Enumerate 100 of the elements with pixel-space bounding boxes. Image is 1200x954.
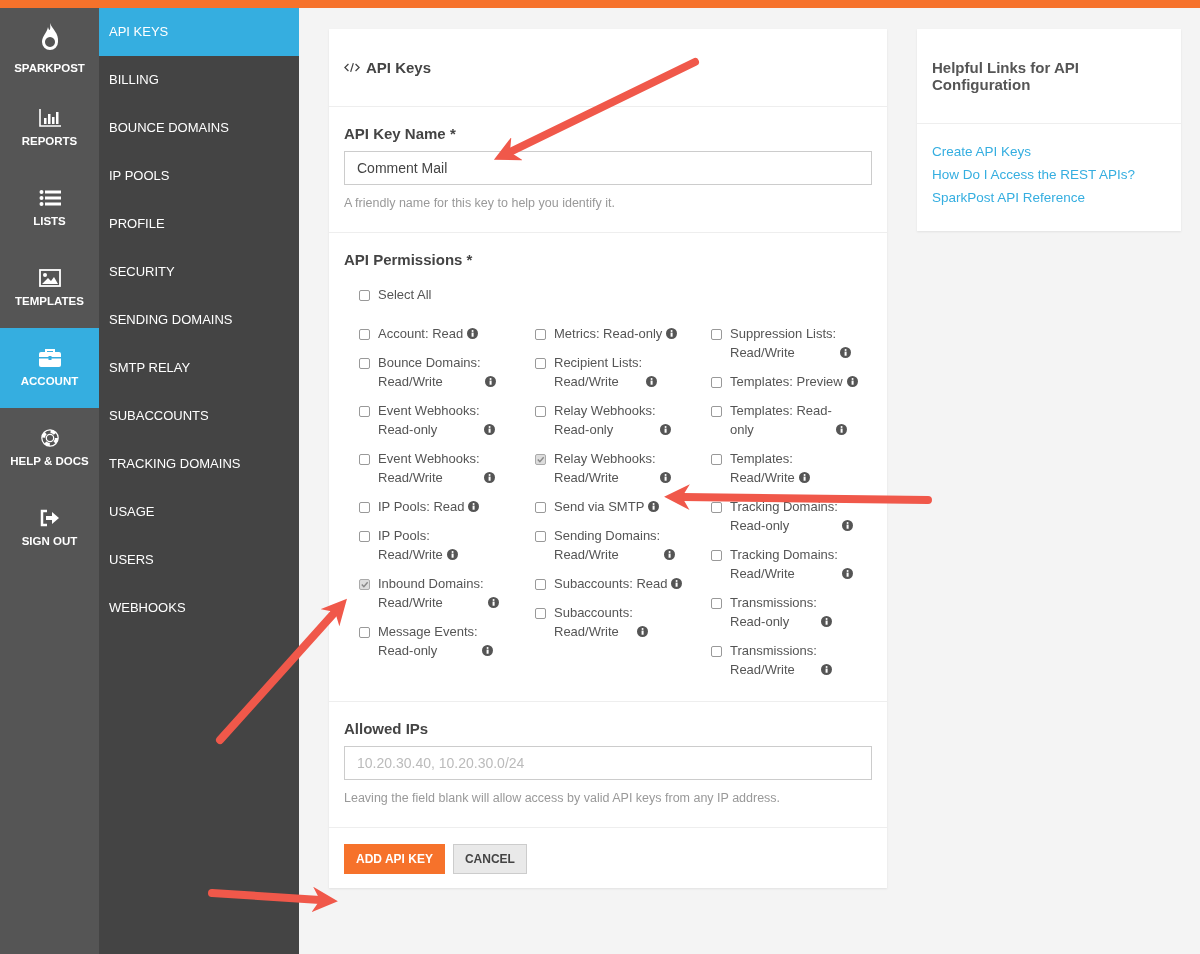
checkbox[interactable] bbox=[535, 502, 546, 513]
info-icon[interactable] bbox=[636, 626, 648, 637]
checkbox[interactable] bbox=[535, 608, 546, 619]
info-icon[interactable] bbox=[835, 424, 847, 435]
info-icon[interactable] bbox=[671, 578, 683, 589]
form-title: API Keys bbox=[366, 59, 432, 76]
submenu-item[interactable]: SUBACCOUNTS bbox=[99, 392, 299, 440]
permission-label: Message Events: Read-only bbox=[378, 623, 478, 660]
info-icon[interactable] bbox=[468, 501, 480, 512]
sidebar-item[interactable]: REPORTS bbox=[0, 88, 99, 168]
cancel-button[interactable]: CANCEL bbox=[452, 844, 527, 874]
sidebar-item[interactable]: SIGN OUT bbox=[0, 488, 99, 568]
submenu-item[interactable]: USAGE bbox=[99, 488, 299, 536]
info-icon[interactable] bbox=[820, 664, 832, 675]
checkbox[interactable] bbox=[535, 531, 546, 542]
sign-out-icon bbox=[38, 509, 61, 527]
checkbox[interactable] bbox=[535, 579, 546, 590]
api-key-name-field[interactable]: Comment Mail bbox=[344, 151, 872, 185]
submenu-item[interactable]: IP POOLS bbox=[99, 152, 299, 200]
checkbox[interactable] bbox=[711, 377, 722, 388]
checkbox[interactable] bbox=[711, 502, 722, 513]
submenu-item[interactable]: TRACKING DOMAINS bbox=[99, 440, 299, 488]
list-icon bbox=[38, 189, 61, 207]
info-icon[interactable] bbox=[483, 472, 495, 483]
info-icon[interactable] bbox=[664, 549, 676, 560]
permission-label: IP Pools: Read bbox=[378, 498, 465, 516]
checkbox[interactable] bbox=[359, 531, 370, 542]
checkbox[interactable] bbox=[359, 502, 370, 513]
submenu-item[interactable]: PROFILE bbox=[99, 200, 299, 248]
permission-label: Templates: Read/Write bbox=[730, 450, 795, 487]
submenu-item[interactable]: BILLING bbox=[99, 56, 299, 104]
image-icon bbox=[38, 269, 61, 287]
checkbox[interactable] bbox=[359, 329, 370, 340]
permission-label: Templates: Preview bbox=[730, 373, 843, 391]
info-icon[interactable] bbox=[841, 568, 853, 579]
checkbox[interactable] bbox=[535, 406, 546, 417]
allowed-ips-field[interactable]: 10.20.30.40, 10.20.30.0/24 bbox=[344, 746, 872, 780]
info-icon[interactable] bbox=[487, 597, 499, 608]
permission-label: Bounce Domains: Read/Write bbox=[378, 354, 481, 391]
submenu-item[interactable]: SENDING DOMAINS bbox=[99, 296, 299, 344]
submenu-item[interactable]: SECURITY bbox=[99, 248, 299, 296]
info-icon[interactable] bbox=[798, 472, 810, 483]
info-icon[interactable] bbox=[659, 472, 671, 483]
checkbox[interactable] bbox=[359, 358, 370, 369]
info-icon[interactable] bbox=[446, 549, 458, 560]
permission-label: Event Webhooks: Read-only bbox=[378, 402, 480, 439]
permission-label: Suppression Lists: Read/Write bbox=[730, 325, 837, 362]
field-label: API Permissions * bbox=[344, 251, 473, 268]
permission-label: Transmissions: Read/Write bbox=[730, 642, 817, 679]
info-icon[interactable] bbox=[483, 424, 495, 435]
submenu-item[interactable]: SMTP RELAY bbox=[99, 344, 299, 392]
info-icon[interactable] bbox=[646, 376, 658, 387]
permission-label: IP Pools: Read/Write bbox=[378, 527, 443, 564]
checkbox[interactable] bbox=[711, 598, 722, 609]
permission-label: Relay Webhooks: Read-only bbox=[554, 402, 656, 439]
checkbox[interactable] bbox=[535, 454, 546, 465]
permission-label: Relay Webhooks: Read/Write bbox=[554, 450, 656, 487]
submenu-item[interactable]: USERS bbox=[99, 536, 299, 584]
checkbox[interactable] bbox=[359, 454, 370, 465]
permission-label: Tracking Domains: Read-only bbox=[730, 498, 838, 535]
info-icon[interactable] bbox=[666, 328, 678, 339]
checkbox[interactable] bbox=[535, 329, 546, 340]
sidebar-item[interactable]: SPARKPOST bbox=[0, 8, 99, 88]
info-icon[interactable] bbox=[820, 616, 832, 627]
info-icon[interactable] bbox=[484, 376, 496, 387]
help-text: Leaving the field blank will allow access by valid API keys from any IP address. bbox=[344, 791, 781, 805]
checkbox[interactable] bbox=[359, 290, 370, 301]
info-icon[interactable] bbox=[659, 424, 671, 435]
permission-label: Recipient Lists: Read/Write bbox=[554, 354, 643, 391]
checkbox[interactable] bbox=[359, 406, 370, 417]
submenu-item[interactable]: WEBHOOKS bbox=[99, 584, 299, 632]
info-icon[interactable] bbox=[648, 501, 660, 512]
permission-label: Transmissions: Read-only bbox=[730, 594, 817, 631]
sidebar-item[interactable]: LISTS bbox=[0, 168, 99, 248]
permission-label: Sending Domains: Read/Write bbox=[554, 527, 661, 564]
permission-label: Tracking Domains: Read/Write bbox=[730, 546, 838, 583]
checkbox[interactable] bbox=[359, 579, 370, 590]
briefcase-icon bbox=[38, 349, 61, 367]
sidebar-item[interactable]: TEMPLATES bbox=[0, 248, 99, 328]
sidebar-item[interactable]: HELP & DOCS bbox=[0, 408, 99, 488]
permission-label: Templates: Read- only bbox=[730, 402, 832, 439]
checkbox[interactable] bbox=[711, 406, 722, 417]
panel-title: Helpful Links for API Configuration bbox=[932, 59, 1080, 93]
submenu-item[interactable]: BOUNCE DOMAINS bbox=[99, 104, 299, 152]
info-icon[interactable] bbox=[841, 520, 853, 531]
permission-label: Subaccounts: Read/Write bbox=[554, 604, 633, 641]
info-icon[interactable] bbox=[481, 645, 493, 656]
field-label: API Key Name * bbox=[344, 125, 456, 142]
checkbox[interactable] bbox=[711, 550, 722, 561]
checkbox[interactable] bbox=[711, 646, 722, 657]
permission-label: Metrics: Read-only bbox=[554, 325, 663, 343]
info-icon[interactable] bbox=[846, 376, 858, 387]
info-icon[interactable] bbox=[840, 347, 852, 358]
checkbox[interactable] bbox=[535, 358, 546, 369]
checkbox[interactable] bbox=[359, 627, 370, 638]
checkbox-label: Select All bbox=[378, 286, 432, 304]
bar-chart-icon bbox=[38, 109, 61, 127]
checkbox[interactable] bbox=[711, 329, 722, 340]
info-icon[interactable] bbox=[467, 328, 479, 339]
checkbox[interactable] bbox=[711, 454, 722, 465]
